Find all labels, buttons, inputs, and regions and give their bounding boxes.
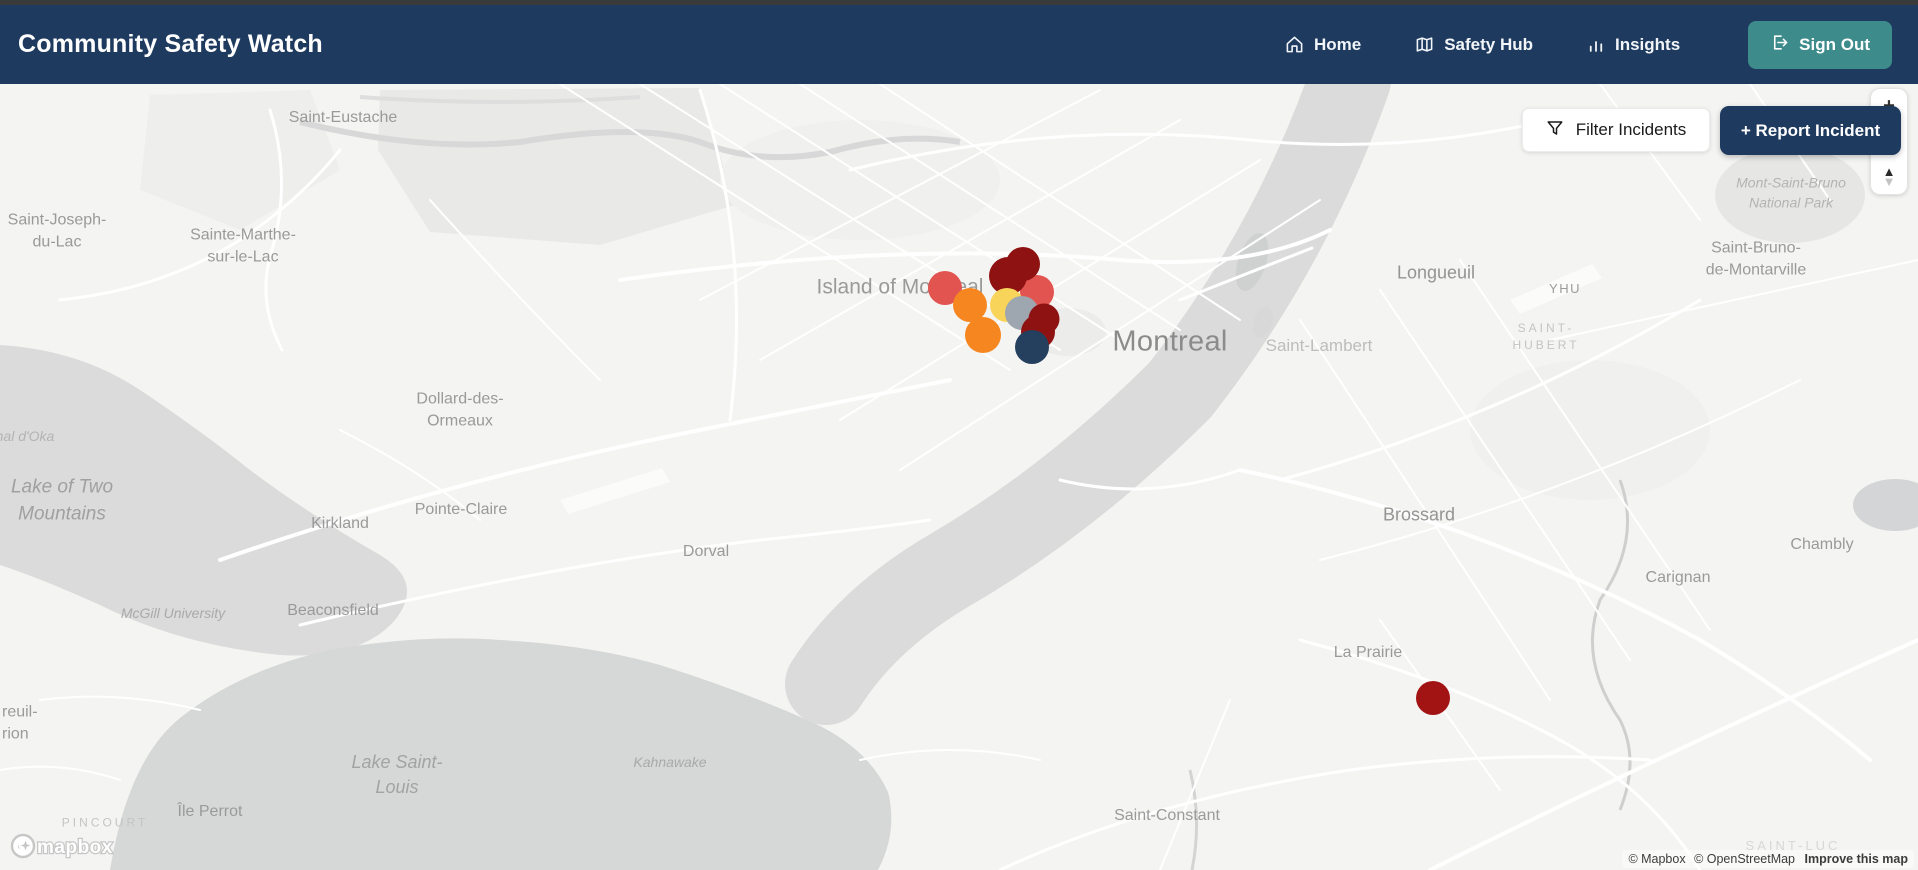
map-canvas[interactable]: Saint-Eustache Saint-Joseph- du-Lac Sainte… bbox=[0, 84, 1918, 870]
incident-marker[interactable] bbox=[1015, 330, 1049, 364]
map-attribution: © Mapbox © OpenStreetMap Improve this ma… bbox=[1622, 850, 1914, 868]
osm-attribution-link[interactable]: © OpenStreetMap bbox=[1694, 852, 1795, 866]
sign-out-button[interactable]: Sign Out bbox=[1748, 20, 1892, 69]
filter-incidents-button[interactable]: Filter Incidents bbox=[1522, 108, 1710, 152]
improve-map-link[interactable]: Improve this map bbox=[1805, 852, 1909, 866]
nav-item-home[interactable]: Home bbox=[1285, 35, 1361, 55]
mapbox-logo[interactable]: mapbox bbox=[10, 833, 114, 864]
pitch-down-icon: ▼ bbox=[1882, 173, 1896, 189]
nav-item-insights[interactable]: Insights bbox=[1587, 35, 1680, 55]
map-icon bbox=[1415, 35, 1434, 54]
report-incident-button[interactable]: + Report Incident bbox=[1720, 106, 1901, 155]
nav-item-safety-hub[interactable]: Safety Hub bbox=[1415, 35, 1533, 55]
incident-marker[interactable] bbox=[965, 317, 1001, 353]
mapbox-attribution-link[interactable]: © Mapbox bbox=[1628, 852, 1685, 866]
app-title: Community Safety Watch bbox=[18, 30, 323, 58]
log-out-icon bbox=[1770, 33, 1789, 57]
nav-item-label: Safety Hub bbox=[1444, 34, 1533, 54]
svg-text:mapbox: mapbox bbox=[37, 837, 113, 858]
window-top-strip bbox=[0, 0, 1918, 5]
nav-item-label: Home bbox=[1313, 34, 1362, 54]
basemap-graphics bbox=[0, 84, 1918, 870]
filter-funnel-icon bbox=[1546, 119, 1564, 142]
home-icon bbox=[1285, 35, 1304, 54]
nav-item-label: Insights bbox=[1615, 34, 1681, 54]
incident-marker[interactable] bbox=[1416, 681, 1450, 715]
app-header: Community Safety Watch Home Safety Hub I… bbox=[0, 5, 1918, 84]
sign-out-label: Sign Out bbox=[1799, 34, 1870, 54]
report-incident-label: + Report Incident bbox=[1740, 120, 1881, 140]
filter-incidents-label: Filter Incidents bbox=[1575, 120, 1687, 139]
main-nav: Home Safety Hub Insights Sign Out bbox=[1285, 20, 1892, 69]
bar-chart-icon bbox=[1587, 36, 1605, 54]
pitch-toggle-control[interactable]: ▲ ▼ bbox=[1883, 159, 1896, 194]
